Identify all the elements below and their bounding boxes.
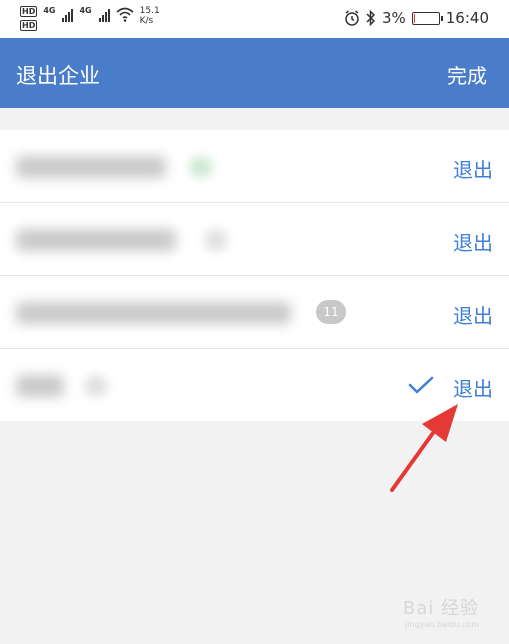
- hd-indicators: HD HD: [20, 6, 38, 31]
- bluetooth-icon: [366, 10, 376, 26]
- annotation-arrow-icon: [390, 404, 458, 492]
- company-tag-blurred: [85, 376, 107, 396]
- exit-button[interactable]: 退出: [453, 154, 493, 183]
- company-tag-blurred: [205, 230, 227, 250]
- list-item: 11 退出: [0, 276, 509, 349]
- network-type-1: 4G: [43, 6, 56, 15]
- page-title: 退出企业: [16, 64, 100, 88]
- checkmark-icon: [408, 376, 434, 394]
- company-name-blurred: [16, 302, 291, 324]
- alarm-icon: [345, 10, 359, 26]
- company-tag-blurred: [190, 157, 212, 177]
- watermark-brand: Bai 经验: [402, 598, 479, 619]
- clock: 16:40: [445, 9, 489, 27]
- list-item: 退出: [0, 203, 509, 276]
- company-name-blurred: [16, 229, 176, 251]
- watermark-url: jingyan.baidu.com: [405, 620, 479, 629]
- hd-badge-1: HD: [20, 6, 38, 17]
- network-type-2: 4G: [79, 6, 92, 15]
- done-button[interactable]: 完成: [447, 60, 487, 89]
- status-bar-left: HD HD 4G 4G 15.1 K/s: [20, 6, 160, 31]
- list-item: 退出: [0, 130, 509, 203]
- speed-unit: K/s: [139, 16, 154, 26]
- company-name-blurred: [16, 375, 64, 397]
- app-bar: 退出企业 完成: [0, 38, 509, 108]
- network-speed: 15.1 K/s: [140, 6, 160, 26]
- battery-icon: [411, 11, 443, 25]
- exit-button[interactable]: 退出: [453, 300, 493, 329]
- hd-badge-2: HD: [20, 20, 38, 31]
- speed-value: 15.1: [139, 6, 160, 16]
- battery-percent: 3%: [381, 9, 406, 27]
- exit-button[interactable]: 退出: [453, 227, 493, 256]
- company-name-blurred: [16, 156, 166, 178]
- company-list: 退出 退出 11 退出 退出: [0, 130, 509, 421]
- status-bar: HD HD 4G 4G 15.1 K/s 3% 16:40: [0, 0, 509, 38]
- signal-icon: [62, 6, 74, 22]
- watermark: Bai 经验 jingyan.baidu.com: [403, 594, 479, 629]
- wifi-icon: [116, 7, 134, 22]
- status-bar-right: 3% 16:40: [344, 9, 489, 27]
- signal-icon-2: [98, 6, 110, 22]
- count-badge: 11: [316, 300, 346, 324]
